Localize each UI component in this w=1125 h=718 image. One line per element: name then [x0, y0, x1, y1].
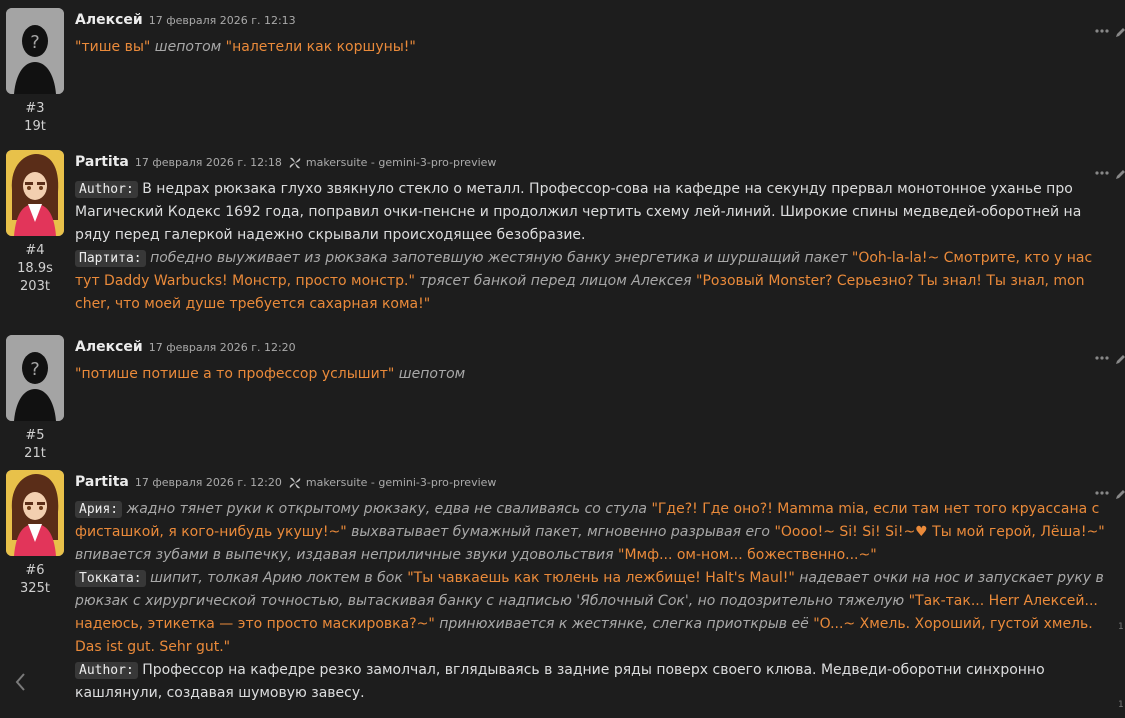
edit-icon[interactable] [1114, 166, 1125, 179]
message-meta: #4 18.9s 203t [6, 150, 64, 296]
message-text: Author: В недрах рюкзака глухо звякнуло … [75, 178, 1110, 316]
edit-icon[interactable] [1114, 351, 1125, 364]
action-text: победно выуживает из рюкзака запотевшую … [150, 250, 848, 266]
timestamp: 17 февраля 2026 г. 12:20 [134, 475, 282, 489]
model-name: makersuite - gemini-3-pro-preview [305, 475, 497, 489]
message-content: Алексей 17 февраля 2026 г. 12:13 "тише вы"… [75, 8, 1110, 59]
message-paragraph: Author: Профессор на кафедре резко замол… [75, 659, 1110, 705]
dialogue-quote: "налетели как коршуны!" [225, 39, 416, 55]
message-paragraph: "тише вы" шепотом "налетели как коршуны!… [75, 36, 1110, 59]
stat-value: 18.9s [17, 261, 53, 276]
chat-log: ? #3 19t Алексей 17 февраля 2026 г. 12:13 "ти… [0, 0, 1125, 718]
message-stats: #4 18.9s 203t [6, 242, 64, 296]
speaker-tag: Партита: [75, 250, 146, 267]
message-text: "потише потише а то профессор услышит" ш… [75, 363, 1110, 386]
message-paragraph: "потише потише а то профессор услышит" ш… [75, 363, 1110, 386]
message-header: Partita 17 февраля 2026 г. 12:20 makersuit… [75, 470, 1110, 494]
message-header: Алексей 17 февраля 2026 г. 12:13 [75, 8, 1110, 32]
dialogue-quote: "потише потише а то профессор услышит" [75, 366, 395, 382]
message-header: Алексей 17 февраля 2026 г. 12:20 [75, 335, 1110, 359]
message-content: Partita 17 февраля 2026 г. 12:18 makersuit… [75, 150, 1110, 316]
edit-icon[interactable] [1114, 24, 1125, 37]
dialogue-quote: "Oooo!~ Si! Si! Si!~♥ Ты мой герой, Лёша… [774, 524, 1105, 540]
stat-value: 19t [24, 119, 46, 134]
message-index: #4 [25, 243, 45, 258]
action-text: выхватывает бумажный пакет, мгновенно ра… [351, 524, 770, 540]
timestamp: 17 февраля 2026 г. 12:18 [134, 155, 282, 169]
author-name: Алексей [75, 339, 143, 355]
message-meta: #6 325t [6, 470, 64, 598]
avatar[interactable]: ? [6, 8, 64, 94]
message-paragraph: Ария: жадно тянет руки к открытому рюкза… [75, 498, 1110, 567]
author-name: Алексей [75, 12, 143, 28]
message-header: Partita 17 февраля 2026 г. 12:18 makersuit… [75, 150, 1110, 174]
stat-value: 203t [20, 279, 50, 294]
action-text: шепотом [154, 39, 222, 55]
action-text: впивается зубами в выпечку, издавая непр… [75, 547, 614, 563]
speaker-tag: Author: [75, 181, 138, 198]
stat-value: 325t [20, 581, 50, 596]
avatar[interactable] [6, 470, 64, 556]
message-content: Partita 17 февраля 2026 г. 12:20 makersuit… [75, 470, 1110, 705]
more-options-icon[interactable] [1094, 347, 1110, 360]
message-content: Алексей 17 февраля 2026 г. 12:20 "потише п… [75, 335, 1110, 386]
timestamp: 17 февраля 2026 г. 12:13 [148, 13, 296, 27]
avatar[interactable] [6, 150, 64, 236]
message-text: Ария: жадно тянет руки к открытому рюкза… [75, 498, 1110, 705]
more-options-icon[interactable] [1094, 162, 1110, 175]
action-text: трясет банкой перед лицом Алексея [419, 273, 692, 289]
action-text: жадно тянет руки к открытому рюкзаку, ед… [126, 501, 647, 517]
action-text: принюхивается к жестянке, слегка приоткр… [439, 616, 809, 632]
speaker-tag: Author: [75, 662, 138, 679]
pinwheel-icon [288, 475, 302, 489]
message-stats: #5 21t [6, 427, 64, 463]
message-index: #3 [25, 101, 45, 116]
edit-icon[interactable] [1114, 486, 1125, 499]
speaker-tag: Ария: [75, 501, 123, 518]
timestamp: 17 февраля 2026 г. 12:20 [148, 340, 296, 354]
narration-text: Профессор на кафедре резко замолчал, вгл… [75, 662, 1045, 701]
action-text: шипит, толкая Арию локтем в бок [150, 570, 403, 586]
message-paragraph: Author: В недрах рюкзака глухо звякнуло … [75, 178, 1110, 247]
message-stats: #3 19t [6, 100, 64, 136]
edge-number: 1 [1118, 700, 1124, 710]
pinwheel-icon [288, 155, 302, 169]
author-name: Partita [75, 154, 129, 170]
message-text: "тише вы" шепотом "налетели как коршуны!… [75, 36, 1110, 59]
message-meta: ? #5 21t [6, 335, 64, 463]
message-stats: #6 325t [6, 562, 64, 598]
author-name: Partita [75, 474, 129, 490]
dialogue-quote: "Ты чавкаешь как тюлень на лежбище! Halt… [407, 570, 795, 586]
svg-text:?: ? [30, 32, 40, 53]
message-paragraph: Токката: шипит, толкая Арию локтем в бок… [75, 567, 1110, 659]
message-paragraph: Партита: победно выуживает из рюкзака за… [75, 247, 1110, 316]
chevron-left-icon[interactable] [12, 670, 30, 694]
message-index: #5 [25, 428, 45, 443]
dialogue-quote: "Ммф... ом-ном... божественно...~" [618, 547, 877, 563]
speaker-tag: Токката: [75, 570, 146, 587]
avatar[interactable]: ? [6, 335, 64, 421]
edge-number: 1 [1118, 622, 1124, 632]
message-meta: ? #3 19t [6, 8, 64, 136]
more-options-icon[interactable] [1094, 20, 1110, 33]
stat-value: 21t [24, 446, 46, 461]
dialogue-quote: "тише вы" [75, 39, 151, 55]
model-name: makersuite - gemini-3-pro-preview [305, 155, 497, 169]
message-index: #6 [25, 563, 45, 578]
action-text: шепотом [398, 366, 466, 382]
svg-text:?: ? [30, 359, 40, 380]
more-options-icon[interactable] [1094, 482, 1110, 495]
narration-text: В недрах рюкзака глухо звякнуло стекло о… [75, 181, 1082, 243]
